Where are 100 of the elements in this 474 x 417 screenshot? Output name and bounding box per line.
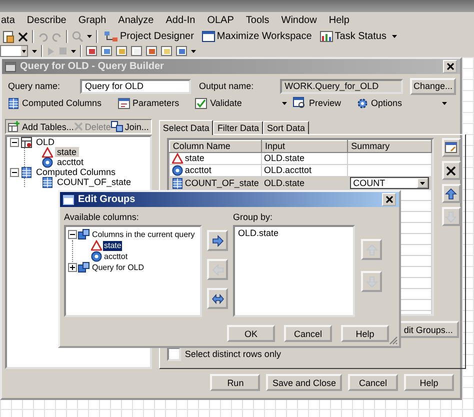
tree-item[interactable]: accttot <box>103 252 129 262</box>
tree-item[interactable]: Query for OLD <box>91 262 146 272</box>
column-header[interactable]: Summary <box>348 140 432 152</box>
tree-item[interactable]: Computed Columns <box>34 167 118 177</box>
collapse-icon[interactable] <box>68 230 77 239</box>
tree-item[interactable]: accttot <box>55 157 86 167</box>
toolbar-button[interactable]: Task Status <box>318 31 388 42</box>
field-label: Group by: <box>233 212 274 222</box>
toolbar-button[interactable]: Parameters <box>118 98 180 108</box>
x-icon <box>74 122 83 131</box>
toolbar-icon[interactable] <box>146 46 157 56</box>
tab[interactable]: Sort Data <box>262 121 309 134</box>
resize-grip-icon[interactable] <box>388 335 398 345</box>
tree-item[interactable]: state <box>103 240 122 250</box>
swap-button[interactable] <box>207 288 228 309</box>
toolbar-icon[interactable] <box>176 46 187 56</box>
collapse-icon[interactable] <box>10 168 19 176</box>
menu-item[interactable]: Graph <box>72 14 112 26</box>
menu-item[interactable]: Help <box>322 14 356 26</box>
grid-icon <box>172 178 183 188</box>
menu-item[interactable]: Tools <box>240 14 276 26</box>
expand-icon[interactable] <box>68 263 77 272</box>
table-cell: OLD.state <box>264 153 304 163</box>
list-item[interactable]: OLD.state <box>238 228 350 238</box>
save-and-close-button[interactable]: Save and Close <box>266 374 342 391</box>
tree-item[interactable]: state <box>55 147 79 157</box>
caret-icon[interactable] <box>392 35 398 38</box>
menu-item[interactable]: Add-In <box>160 14 202 26</box>
chart-icon <box>320 31 333 42</box>
toolbar-icon[interactable] <box>86 46 97 56</box>
circle-icon <box>172 165 183 176</box>
tree-item[interactable]: OLD <box>34 137 57 147</box>
toolbar-button[interactable]: Preview <box>292 97 341 109</box>
input-field[interactable]: WORK.Query_for_OLD <box>280 78 403 94</box>
tree-item[interactable]: Columns in the current query <box>91 230 196 240</box>
toolbar-button[interactable]: Project Designer <box>102 31 196 42</box>
caret-icon[interactable] <box>21 46 27 56</box>
caret-icon[interactable] <box>282 102 287 104</box>
properties-button[interactable] <box>442 138 461 157</box>
circle-icon <box>42 156 53 168</box>
column-header[interactable]: Column Name <box>169 140 262 152</box>
dialog-title: Edit Groups <box>78 194 136 205</box>
add-table-icon <box>8 121 20 132</box>
menu-item[interactable]: Analyze <box>112 14 160 26</box>
toolbar-icon[interactable] <box>101 46 112 56</box>
toolbar-button[interactable]: Join... <box>110 121 149 132</box>
table-cell: OLD.state <box>264 178 304 188</box>
close-button[interactable] <box>382 193 396 206</box>
add-button[interactable] <box>207 230 228 251</box>
table-cell: accttot <box>184 166 212 175</box>
change-button[interactable]: Change... <box>410 78 456 94</box>
toolbar-button[interactable]: Options <box>356 98 402 108</box>
column-header[interactable]: Input <box>261 140 348 152</box>
input-field[interactable]: Query for OLD <box>80 78 192 94</box>
arrow-down-icon <box>445 210 458 222</box>
caret-icon[interactable] <box>191 50 196 52</box>
window-icon <box>5 62 16 72</box>
cancel-button[interactable]: Cancel <box>348 374 398 391</box>
ok-button[interactable]: OK <box>227 325 275 342</box>
collapse-icon[interactable] <box>10 138 19 146</box>
tab[interactable]: Select Data <box>158 120 214 135</box>
caret-icon[interactable] <box>71 50 76 52</box>
window-title: Query for OLD - Query Builder <box>20 61 164 72</box>
window-icon <box>63 194 74 204</box>
move-up-button[interactable] <box>442 184 461 203</box>
triangle-icon <box>91 240 102 251</box>
caret-icon[interactable] <box>87 35 92 38</box>
close-icon[interactable] <box>386 196 392 203</box>
tree-item[interactable]: COUNT_OF_state <box>55 177 134 187</box>
menu-item[interactable]: Window <box>275 14 323 26</box>
caret-icon[interactable] <box>442 102 447 104</box>
toolbar-button[interactable]: Add Tables... <box>8 121 74 132</box>
close-icon[interactable] <box>446 63 454 70</box>
dropdown-field[interactable]: COUNT <box>350 177 429 189</box>
grid-icon <box>8 98 19 108</box>
checkbox-label: Select distinct rows only <box>184 349 281 359</box>
dropdown-field[interactable] <box>0 45 28 57</box>
close-button[interactable] <box>443 60 457 73</box>
caret-icon[interactable] <box>32 50 37 52</box>
help-button[interactable]: Help <box>341 325 389 342</box>
toolbar-icon[interactable] <box>131 46 142 56</box>
toolbar-button[interactable]: Maximize Workspace <box>200 31 314 42</box>
toolbar-icon[interactable] <box>161 46 172 56</box>
menu-item[interactable]: Describe <box>20 14 72 26</box>
query-icon <box>78 262 90 273</box>
run-button[interactable]: Run <box>210 374 260 391</box>
grid-icon <box>21 166 32 178</box>
toolbar-button[interactable]: Validate <box>195 98 242 108</box>
toolbar-icon[interactable] <box>116 46 127 56</box>
delete-button[interactable] <box>442 161 461 180</box>
menu-item[interactable]: ata <box>0 14 21 26</box>
caret-icon[interactable] <box>420 182 425 184</box>
help-button[interactable]: Help <box>404 374 454 391</box>
checkbox[interactable] <box>166 347 181 361</box>
close-icon[interactable] <box>18 32 28 42</box>
menu-item[interactable]: OLAP <box>201 14 240 26</box>
document-icon[interactable] <box>3 30 14 42</box>
tab[interactable]: Filter Data <box>213 121 263 134</box>
toolbar-button[interactable]: Computed Columns <box>8 98 102 108</box>
cancel-button[interactable]: Cancel <box>284 325 332 342</box>
